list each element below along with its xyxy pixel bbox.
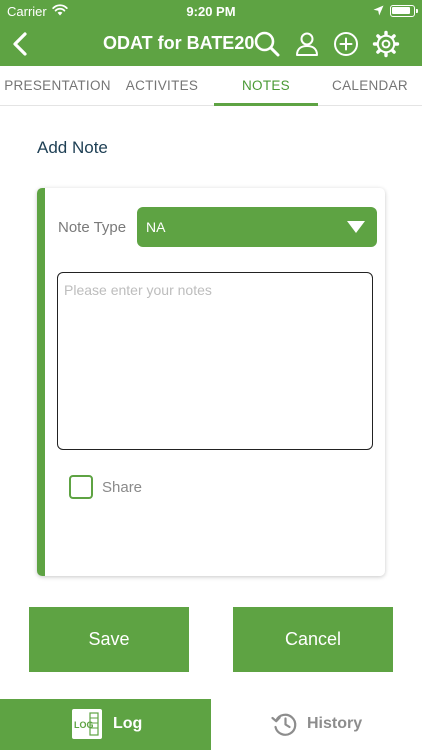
log-tab-label: Log	[113, 715, 143, 732]
log-icon-text: LOG	[74, 720, 94, 730]
location-icon	[373, 5, 384, 16]
cancel-button[interactable]: Cancel	[233, 607, 393, 672]
status-time: 9:20 PM	[186, 4, 236, 19]
bottom-tab-bar: LOG Log History	[0, 699, 422, 750]
history-tab-label: History	[307, 715, 363, 732]
log-icon: LOG	[72, 709, 102, 739]
add-note-title: Add Note	[37, 138, 108, 157]
dropdown-icon	[347, 221, 365, 233]
note-card: Note Type NA Share	[37, 188, 385, 576]
tab-notes[interactable]: NOTES	[214, 66, 318, 106]
nav-bar: ODAT for BATE20	[0, 22, 422, 66]
user-icon[interactable]	[293, 30, 321, 58]
log-tab[interactable]: LOG Log	[0, 699, 211, 750]
note-type-label: Note Type	[58, 219, 127, 236]
tab-bar: PRESENTATION ACTIVITES NOTES CALENDAR	[0, 66, 422, 106]
tab-calendar[interactable]: CALENDAR	[318, 66, 422, 106]
status-bar: Carrier 9:20 PM	[0, 0, 422, 22]
card-accent-bar	[37, 188, 45, 576]
back-icon[interactable]	[6, 28, 36, 60]
history-tab[interactable]: History	[211, 699, 422, 750]
note-type-dropdown[interactable]: NA	[137, 207, 377, 247]
battery-icon	[390, 5, 418, 17]
gear-icon[interactable]	[372, 30, 400, 58]
add-icon[interactable]	[332, 30, 360, 58]
share-label: Share	[102, 479, 143, 496]
active-tab-indicator	[214, 103, 318, 106]
save-button[interactable]: Save	[29, 607, 189, 672]
tab-activites[interactable]: ACTIVITES	[110, 66, 214, 106]
notes-textarea[interactable]	[57, 272, 373, 450]
page-title: ODAT for BATE20	[103, 33, 255, 53]
history-icon	[271, 713, 297, 736]
tab-presentation[interactable]: PRESENTATION	[0, 66, 115, 106]
share-checkbox[interactable]	[69, 475, 93, 499]
search-icon[interactable]	[253, 30, 281, 58]
note-type-value: NA	[146, 219, 166, 235]
